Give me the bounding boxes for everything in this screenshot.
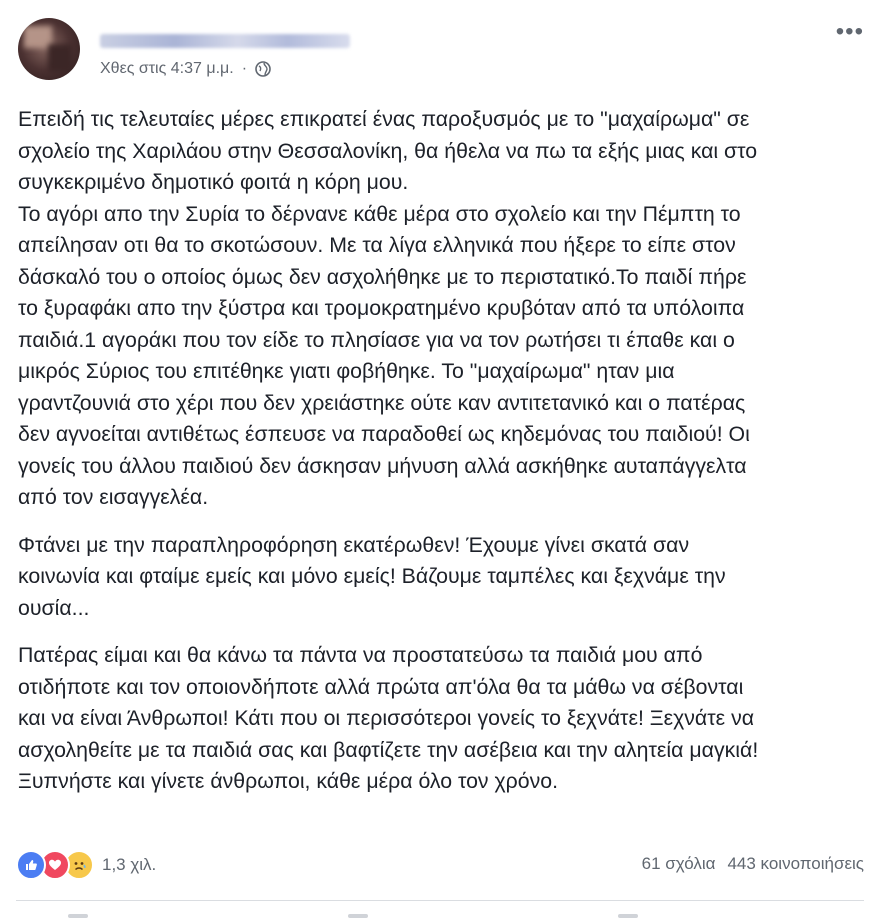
reactions-summary[interactable]: 1,3 χιλ.: [16, 850, 156, 880]
post-text-line: δάσκαλό του ο οποίος όμως δεν ασχολήθηκε…: [18, 264, 747, 289]
post-text-line: Ξυπνήστε και γίνετε άνθρωποι, κάθε μέρα …: [18, 769, 559, 793]
post-paragraph: Φτάνει με την παραπληροφόρηση εκατέρωθεν…: [18, 530, 862, 625]
post-text-line: ουσία...: [18, 595, 90, 620]
post-text-line: Πατέρας είμαι και θα κάνω τα πάντα να πρ…: [18, 643, 703, 667]
comment-action-button-partial[interactable]: [348, 914, 368, 918]
post-stats: 61 σχόλια 443 κοινοποιήσεις: [630, 854, 864, 874]
post-text-line: και να είναι Άνθρωποι! Κάτι που οι περισ…: [18, 706, 755, 730]
avatar[interactable]: [18, 18, 80, 80]
post-text-line: μικρός Σύριος του επιτέθηκε γιατι φοβήθη…: [18, 359, 675, 383]
post-text-line: Φτάνει με την παραπληροφόρηση εκατέρωθεν…: [18, 532, 690, 557]
comment-count-link[interactable]: 61 σχόλια: [642, 854, 716, 874]
post-paragraph: Επειδή τις τελευταίες μέρες επικρατεί έν…: [18, 104, 862, 514]
post-text-line: οτιδήποτε και τον οποιονδήποτε αλλά πρώτ…: [18, 674, 744, 699]
post-text-line: το ξυραφάκι απο την ξύστρα και τρομοκρατ…: [18, 296, 745, 320]
post-text-line: σχολείο της Χαριλάου στην Θεσσαλονίκη, θ…: [18, 138, 758, 163]
post-text-line: από τον εισαγγελέα.: [18, 485, 209, 509]
action-bar-partial: [16, 908, 864, 921]
post-footer: 1,3 χιλ. 61 σχόλια 443 κοινοποιήσεις: [16, 846, 864, 882]
reaction-count[interactable]: 1,3 χιλ.: [102, 855, 156, 875]
post-text-line: δεν αγνοείται αντιθέτως έσπευσε να παραδ…: [18, 422, 750, 446]
post-text-line: γραντζουνιά στο χέρι που δεν χρειάστηκε …: [18, 390, 746, 415]
like-action-button-partial[interactable]: [68, 914, 88, 918]
post-text-line: συγκεκριμένο δημοτικό φοιτά η κόρη μου.: [18, 170, 409, 194]
meta-separator: ·: [241, 60, 248, 77]
post-text-line: γονείς του άλλου παιδιού δεν άσκησαν μήν…: [18, 453, 747, 478]
post-text-line: Το αγόρι απο την Συρία το δέρνανε κάθε μ…: [18, 201, 741, 226]
globe-icon[interactable]: [255, 61, 271, 77]
post-text-line: παιδιά.1 αγοράκι που τον είδε το πλησίασ…: [18, 327, 735, 352]
author-name-blurred[interactable]: [100, 34, 350, 48]
footer-divider: [16, 900, 864, 901]
post-header: Χθες στις 4:37 μ.μ. · •••: [16, 14, 864, 94]
post-text-line: κοινωνία και φταίμε εμείς και μόνο εμείς…: [18, 564, 726, 588]
post-body: Επειδή τις τελευταίες μέρες επικρατεί έν…: [18, 104, 862, 814]
post-text-line: απείλησαν οτι θα το σκοτώσουν. Με τα λίγ…: [18, 233, 736, 257]
post-paragraph: Πατέρας είμαι και θα κάνω τα πάντα να πρ…: [18, 640, 862, 798]
more-options-icon[interactable]: •••: [836, 20, 864, 44]
timestamp[interactable]: Χθες στις 4:37 μ.μ.: [100, 60, 234, 78]
post-text-line: Επειδή τις τελευταίες μέρες επικρατεί έν…: [18, 107, 750, 131]
like-icon: [16, 850, 46, 880]
post-meta: Χθες στις 4:37 μ.μ. ·: [100, 60, 271, 78]
post-text-line: ασχοληθείτε με τα παιδιά σας και βαφτίζε…: [18, 737, 759, 762]
share-count-link[interactable]: 443 κοινοποιήσεις: [727, 854, 864, 874]
facebook-post: Χθες στις 4:37 μ.μ. · ••• Επειδή τις τελ…: [0, 0, 880, 921]
share-action-button-partial[interactable]: [618, 914, 638, 918]
